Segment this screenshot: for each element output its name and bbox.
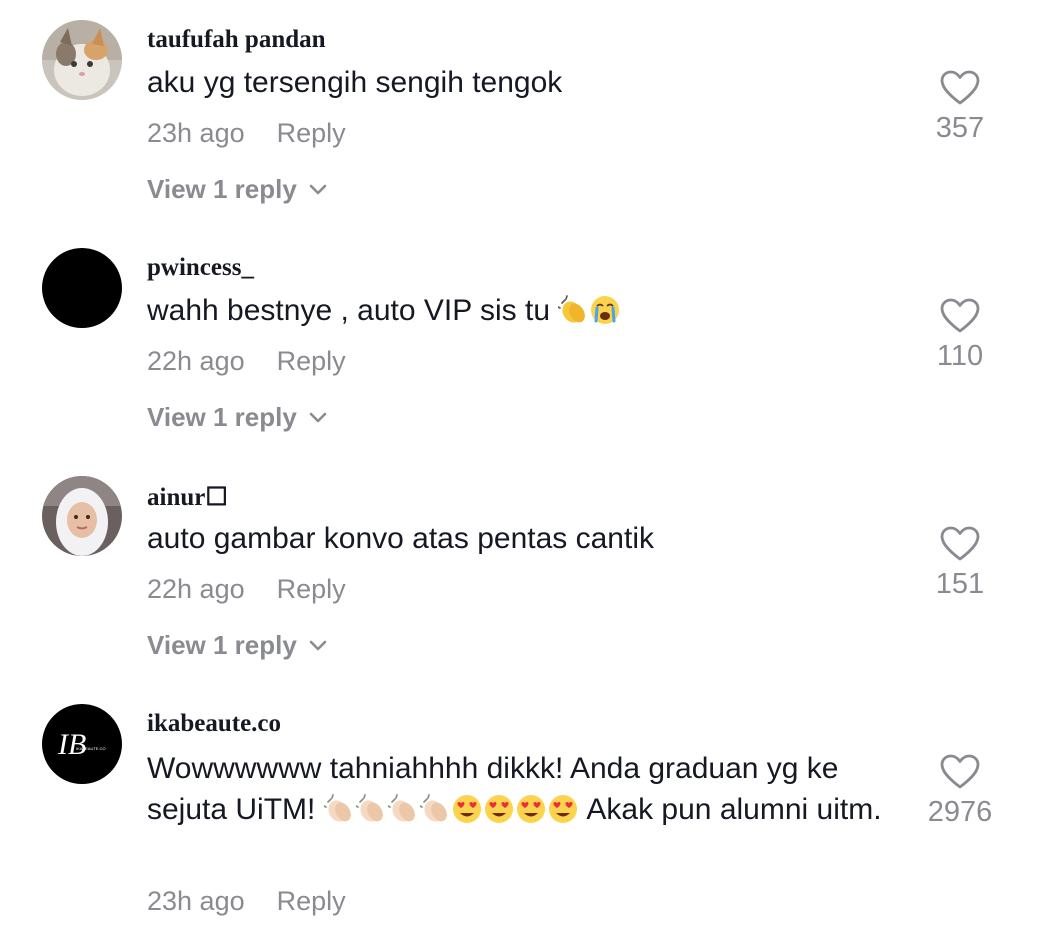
avatar[interactable] xyxy=(42,248,122,328)
comment-text: Wowwwwww tahniahhhh dikkk! Anda graduan … xyxy=(147,748,897,830)
comment-text: aku yg tersengih sengih tengok xyxy=(147,66,563,99)
heart-eyes-emoji xyxy=(484,795,513,823)
reply-button[interactable]: Reply xyxy=(277,886,346,916)
comment-username[interactable]: ainur☐ xyxy=(147,482,228,512)
comment-meta: 23h ago Reply xyxy=(147,886,346,917)
view-replies-label: View 1 reply xyxy=(147,174,297,204)
heart-eyes-emoji xyxy=(452,795,481,823)
view-replies-button[interactable]: View 1 reply xyxy=(147,402,327,433)
like-count: 151 xyxy=(935,568,985,600)
like-count: 2976 xyxy=(927,796,993,828)
like-control: 110 xyxy=(910,298,1010,373)
comment-meta: 22h ago Reply xyxy=(147,346,346,377)
reply-button[interactable]: Reply xyxy=(277,118,346,148)
heart-icon[interactable] xyxy=(940,70,980,106)
clapping-hands-emoji xyxy=(323,794,351,822)
chevron-down-icon xyxy=(309,640,327,650)
comment-username[interactable]: pwincess_ xyxy=(147,254,254,282)
like-count: 110 xyxy=(936,340,984,372)
chevron-down-icon xyxy=(309,412,327,422)
comment-meta: 23h ago Reply xyxy=(147,118,346,149)
like-count: 357 xyxy=(935,112,985,144)
view-replies-button[interactable]: View 1 reply xyxy=(147,174,327,205)
crying-face-emoji xyxy=(591,296,620,324)
comment-text: auto gambar konvo atas pentas cantik xyxy=(147,522,654,555)
heart-icon[interactable] xyxy=(940,754,980,790)
comment-meta: 22h ago Reply xyxy=(147,574,346,605)
like-control: 2976 xyxy=(910,754,1010,829)
reply-button[interactable]: Reply xyxy=(277,346,346,376)
clapping-hands-emoji xyxy=(558,295,586,323)
view-replies-button[interactable]: View 1 reply xyxy=(147,630,327,661)
heart-icon[interactable] xyxy=(940,298,980,334)
chevron-down-icon xyxy=(309,184,327,194)
like-control: 357 xyxy=(910,70,1010,145)
comment-text-part2: Akak pun alumni uitm. xyxy=(586,793,882,826)
clapping-hands-emoji xyxy=(419,794,447,822)
logo-text: IKABEAUTE.CO xyxy=(76,746,106,751)
like-control: 151 xyxy=(910,526,1010,601)
comment-time: 23h ago xyxy=(147,886,245,916)
clapping-hands-emoji xyxy=(387,794,415,822)
heart-icon[interactable] xyxy=(940,526,980,562)
clapping-hands-emoji xyxy=(355,794,383,822)
svg-text:IB: IB xyxy=(57,728,86,761)
comment-time: 22h ago xyxy=(147,346,245,376)
avatar[interactable]: IB IKABEAUTE.CO xyxy=(42,704,122,784)
comment-text-content: wahh bestnye , auto VIP sis tu xyxy=(147,294,551,327)
avatar[interactable] xyxy=(42,20,122,100)
comment-username[interactable]: ikabeaute.co xyxy=(147,710,281,738)
reply-button[interactable]: Reply xyxy=(277,574,346,604)
heart-eyes-emoji xyxy=(516,795,545,823)
heart-eyes-emoji xyxy=(548,795,577,823)
comment-time: 23h ago xyxy=(147,118,245,148)
avatar[interactable] xyxy=(42,476,122,556)
view-replies-label: View 1 reply xyxy=(147,402,297,432)
view-replies-label: View 1 reply xyxy=(147,630,297,660)
comment-text: wahh bestnye , auto VIP sis tu xyxy=(147,290,907,331)
comment-time: 22h ago xyxy=(147,574,245,604)
comment-username[interactable]: taufufah pandan xyxy=(147,26,326,54)
